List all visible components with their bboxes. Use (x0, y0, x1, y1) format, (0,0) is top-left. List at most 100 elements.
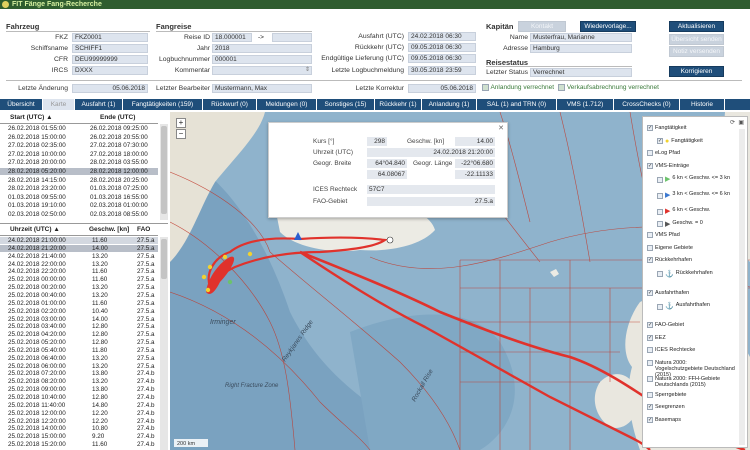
legend-item[interactable]: ▶ 3 kn < Geschw. <= 6 kn (657, 191, 730, 199)
tab-crosschecks[interactable]: CrossChecks (0) (614, 99, 680, 110)
legend-item[interactable]: ✓ FAO-Gebiet (647, 322, 684, 328)
vms-row[interactable]: 25.02.2018 15:20:00 11.60 27.4.b (0, 441, 158, 448)
trips-scrollbar[interactable] (160, 124, 168, 220)
letzte-logbuch-field[interactable]: 30.05.2018 23:59 (408, 66, 476, 75)
ircs-field[interactable]: DXXX (72, 66, 148, 75)
rueckkehr-field[interactable]: 09.05.2018 06:30 (408, 43, 476, 52)
legend-item[interactable]: ✓ VMS-Einträge (647, 162, 689, 169)
vms-row[interactable]: 25.02.2018 12:20:00 12.20 27.4.b (0, 418, 158, 425)
layer-checkbox-icon[interactable]: ✓ (647, 404, 653, 410)
layer-checkbox-icon[interactable] (657, 192, 663, 199)
layer-checkbox-icon[interactable] (657, 221, 663, 228)
trip-row[interactable]: 01.03.2018 09:55:00 01.03.2018 16:55:00 (0, 194, 158, 201)
trip-row[interactable]: 02.03.2018 02:50:00 02.03.2018 08:55:00 (0, 211, 158, 218)
layer-checkbox-icon[interactable] (647, 391, 653, 398)
schiffsname-field[interactable]: SCHIFF1 (72, 44, 148, 53)
ausfahrt-field[interactable]: 24.02.2018 06:30 (408, 32, 476, 41)
legend-item[interactable]: Sperrgebiete (647, 391, 687, 398)
layer-checkbox-icon[interactable]: ✓ (647, 334, 653, 341)
notiz-versenden-button[interactable]: Notiz versenden (669, 46, 724, 57)
layer-checkbox-icon[interactable]: ✓ (647, 125, 653, 131)
kontakt-button[interactable]: Kontakt (518, 21, 566, 32)
layer-checkbox-icon[interactable]: ✓ (647, 257, 653, 263)
kapitaen-adresse-field[interactable]: Hamburg (530, 44, 632, 53)
layer-checkbox-icon[interactable] (657, 271, 663, 278)
layer-checkbox-icon[interactable] (647, 347, 653, 353)
layer-checkbox-icon[interactable]: ✓ (647, 322, 653, 328)
map-view[interactable]: Irminger Reykjanes Ridge Right Fracture … (170, 112, 750, 450)
layer-checkbox-icon[interactable] (647, 150, 653, 156)
vms-row[interactable]: 25.02.2018 01:00:00 11.60 27.5.a (0, 300, 158, 307)
layer-checkbox-icon[interactable] (647, 232, 653, 238)
layer-checkbox-icon[interactable] (647, 359, 653, 366)
layer-checkbox-icon[interactable]: ✓ (647, 162, 653, 169)
tab-rueckwurf[interactable]: Rückwurf (0) (203, 99, 257, 110)
close-icon[interactable]: ✕ (498, 124, 504, 132)
cfr-field[interactable]: DEU99999999 (72, 55, 148, 64)
vms-row[interactable]: 24.02.2018 21:00:00 11.60 27.5.a (0, 237, 158, 245)
vms-row[interactable]: 25.02.2018 11:40:00 14.80 27.4.b (0, 402, 158, 409)
layer-checkbox-icon[interactable]: ✓ (647, 416, 653, 423)
legend-item[interactable]: VMS Pfad (647, 232, 680, 238)
tab-karte[interactable]: Karte (43, 99, 75, 110)
layer-checkbox-icon[interactable] (657, 303, 663, 310)
trip-row[interactable]: 26.02.2018 15:00:00 26.02.2018 20:55:00 (0, 134, 158, 141)
legend-item[interactable]: ✓ Seegrenzen (647, 404, 685, 410)
vms-row[interactable]: 24.02.2018 22:20:00 11.60 27.5.a (0, 268, 158, 275)
col-fao-header[interactable]: FAO (137, 226, 150, 233)
legend-item[interactable]: ✓ EEZ (647, 334, 666, 341)
layer-checkbox-icon[interactable]: ✓ (647, 289, 653, 296)
trip-row[interactable]: 01.03.2018 19:10:00 02.03.2018 01:00:00 (0, 202, 158, 209)
zoom-out-button[interactable]: − (176, 129, 186, 139)
selected-position-marker[interactable] (386, 236, 394, 244)
layer-checkbox-icon[interactable] (647, 375, 653, 382)
layer-checkbox-icon[interactable] (657, 176, 663, 183)
vms-scrollbar[interactable] (160, 237, 168, 450)
vms-row[interactable]: 25.02.2018 03:00:00 14.00 27.5.a (0, 316, 158, 323)
legend-item[interactable]: ⚓ Rückkehrhafen (657, 270, 713, 278)
fishing-activity-marker[interactable] (227, 279, 233, 285)
tab-anlandung[interactable]: Anlandung (1) (422, 99, 477, 110)
tab-meldungen[interactable]: Meldungen (0) (257, 99, 317, 110)
vms-row[interactable]: 24.02.2018 22:00:00 13.20 27.5.a (0, 261, 158, 268)
wiedervorlage-button[interactable]: Wiedervorlage... (580, 21, 636, 32)
fishing-activity-marker[interactable] (205, 287, 211, 293)
legend-item[interactable]: ✓ Fangtätigkeit (647, 125, 687, 131)
legend-item[interactable]: ✓ Ausfahrthafen (647, 289, 689, 296)
tab-sonstiges[interactable]: Sonstiges (15) (317, 99, 375, 110)
vms-row[interactable]: 25.02.2018 12:00:00 12.20 27.4.b (0, 410, 158, 417)
refresh-icon[interactable]: ⟳ (730, 119, 735, 126)
reise-id-field[interactable]: 18.000001 (212, 33, 252, 42)
vms-row[interactable]: 25.02.2018 05:20:00 12.80 27.5.a (0, 339, 158, 346)
trip-row[interactable]: 26.02.2018 01:55:00 26.02.2018 09:25:00 (0, 125, 158, 132)
vms-row[interactable]: 25.02.2018 00:00:00 11.60 27.5.a (0, 276, 158, 283)
jahr-field[interactable]: 2018 (212, 44, 312, 53)
layer-checkbox-icon[interactable]: ✓ (657, 138, 663, 145)
uebersicht-senden-button[interactable]: Übersicht senden (669, 34, 724, 45)
legend-item[interactable]: Eigene Gebiete (647, 244, 693, 251)
scrollbar-thumb[interactable] (161, 126, 167, 214)
vms-row[interactable]: 24.02.2018 21:40:00 13.20 27.5.a (0, 253, 158, 260)
scrollbar-thumb[interactable] (161, 239, 167, 279)
anlandung-verrechnet-checkbox[interactable]: Anlandung verrechnet (482, 84, 554, 91)
trip-row[interactable]: 28.02.2018 05:20:00 28.02.2018 12:00:00 (0, 168, 158, 176)
vms-row[interactable]: 25.02.2018 02:20:00 10.40 27.5.a (0, 308, 158, 315)
fkz-field[interactable]: FKZ0001 (72, 33, 148, 42)
legend-item[interactable]: eLog Pfad (647, 150, 680, 156)
tab-rueckkehr[interactable]: Rückkehr (1) (375, 99, 422, 110)
tab-vms[interactable]: VMS (1.712) (557, 99, 614, 110)
vms-row[interactable]: 25.02.2018 07:20:00 13.80 27.4.b (0, 370, 158, 377)
vms-row[interactable]: 25.02.2018 00:40:00 13.20 27.5.a (0, 292, 158, 299)
trip-row[interactable]: 28.02.2018 23:20:00 01.03.2018 07:25:00 (0, 185, 158, 192)
tab-sal-trn[interactable]: SAL (1) and TRN (0) (477, 99, 557, 110)
col-geschw-header[interactable]: Geschw. [kn] (89, 226, 129, 233)
trip-row[interactable]: 27.02.2018 10:00:00 27.02.2018 18:00:00 (0, 151, 158, 158)
legend-item[interactable]: ✓ Rückkehrhafen (647, 257, 692, 263)
fishing-activity-marker[interactable] (222, 254, 228, 260)
fishing-activity-marker[interactable] (247, 251, 253, 257)
tab-uebersicht[interactable]: Übersicht (0, 99, 43, 110)
vms-row[interactable]: 25.02.2018 09:00:00 13.80 27.4.b (0, 386, 158, 393)
trip-row[interactable]: 28.02.2018 14:15:00 28.02.2018 20:25:00 (0, 177, 158, 184)
col-start-header[interactable]: Start (UTC) ▲ (10, 114, 53, 121)
vms-row[interactable]: 25.02.2018 06:00:00 13.20 27.5.a (0, 363, 158, 370)
